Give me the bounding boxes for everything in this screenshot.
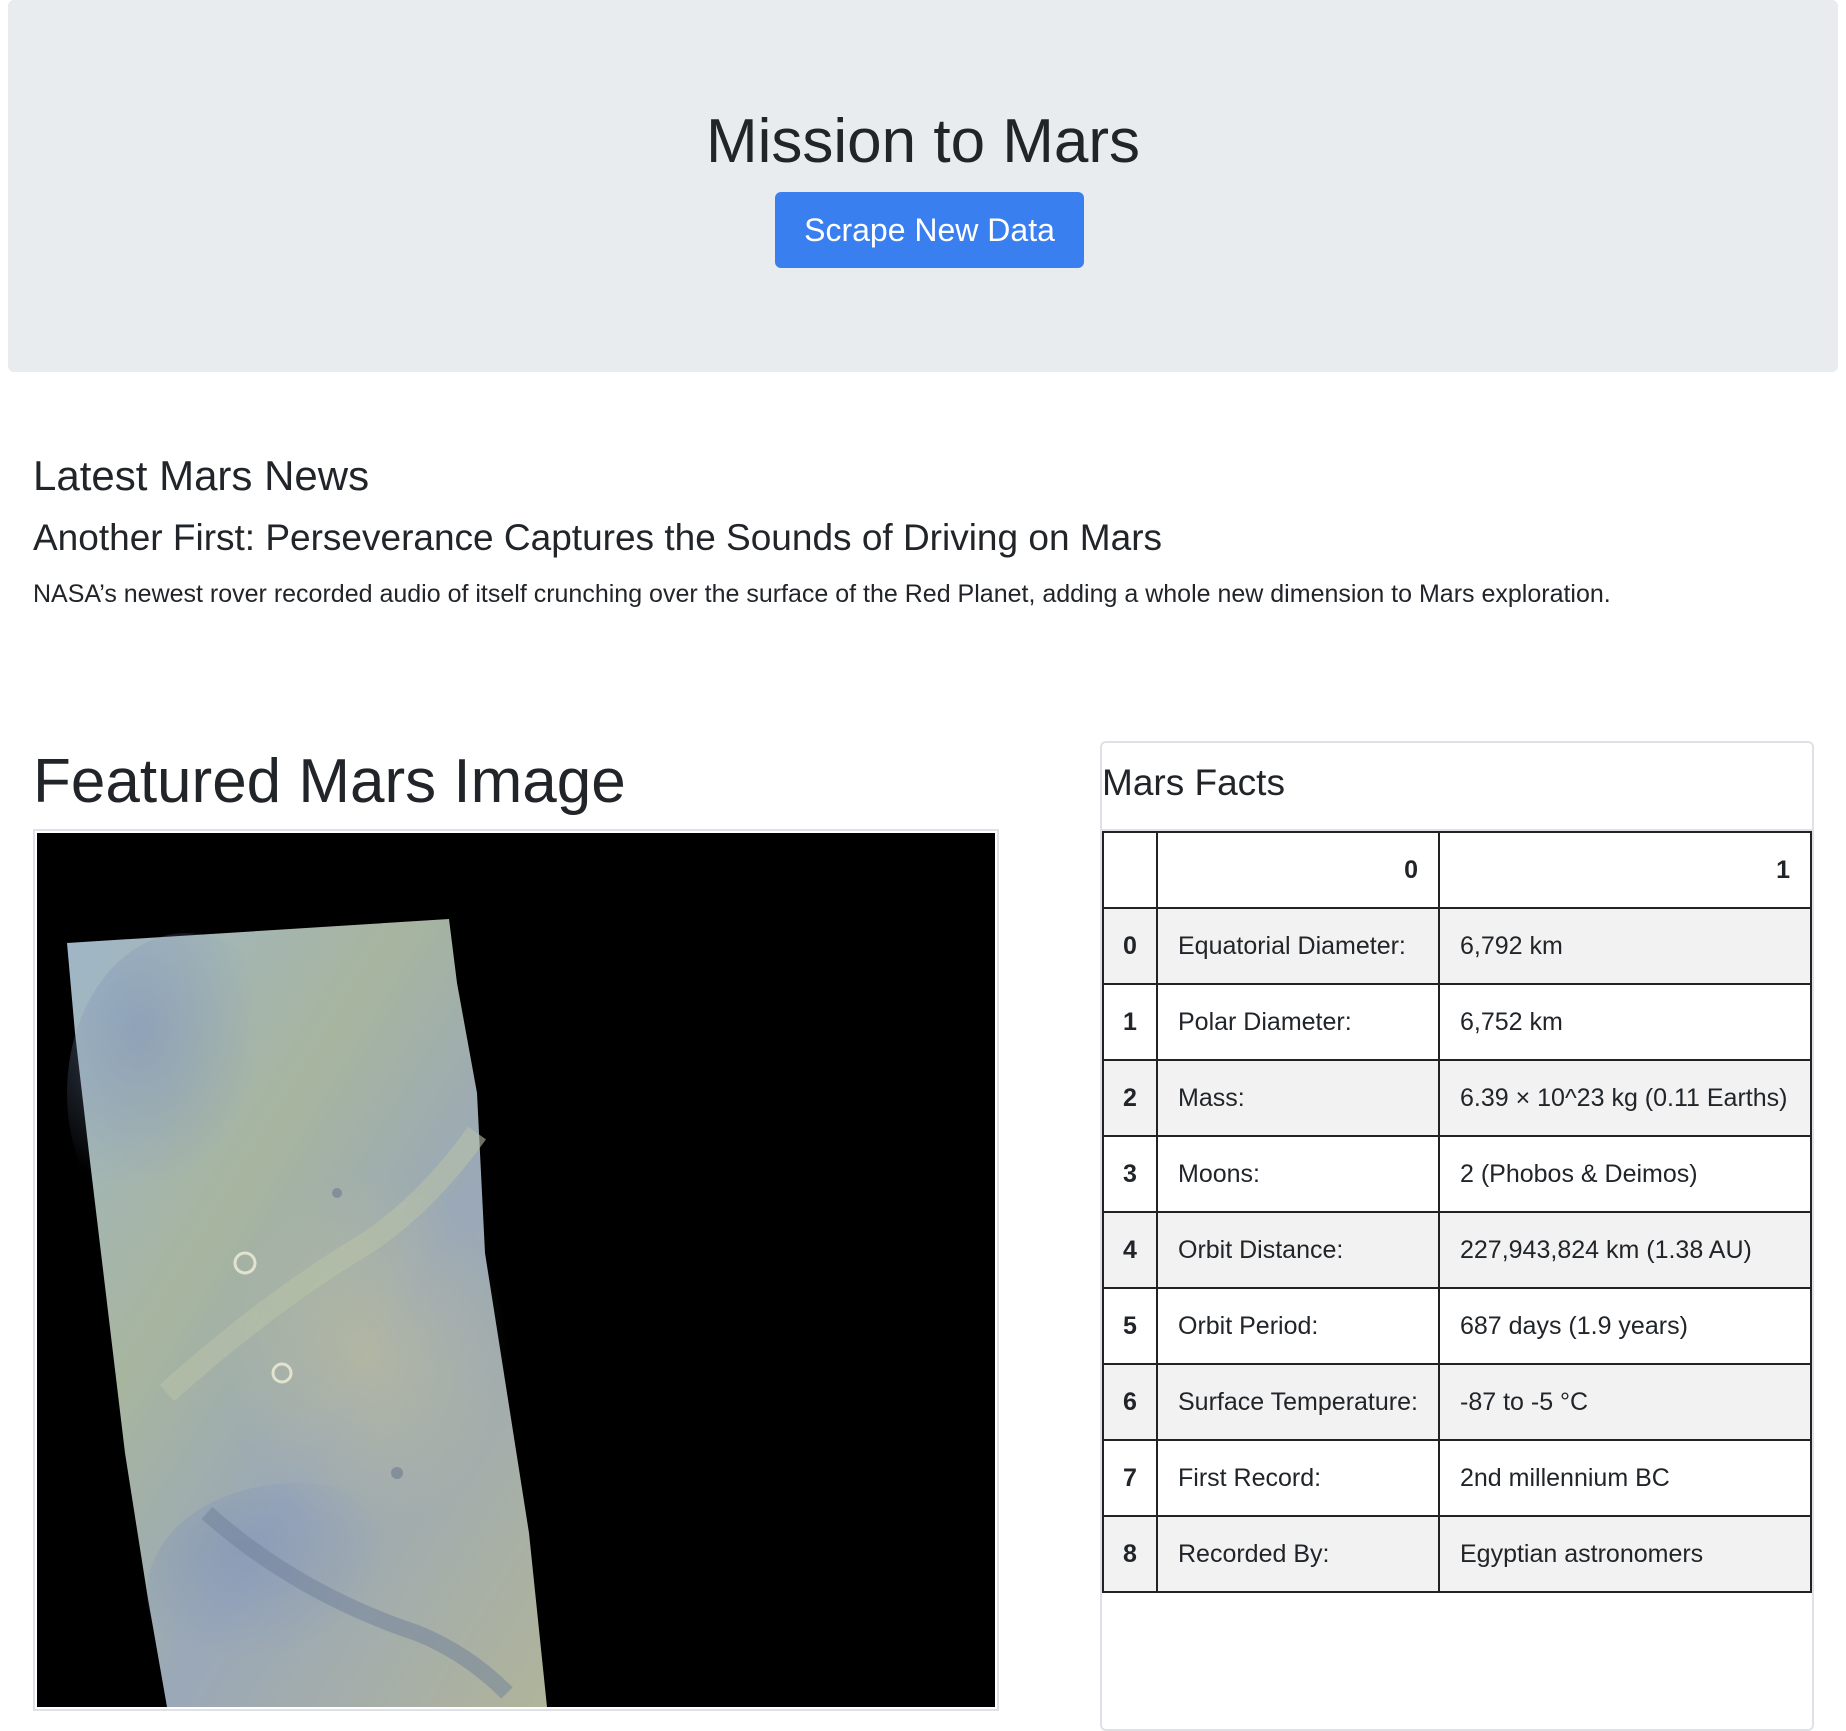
- table-row: 7 First Record: 2nd millennium BC: [1102, 1439, 1812, 1517]
- table-row: 1 Polar Diameter: 6,752 km: [1102, 983, 1812, 1061]
- news-teaser: NASA’s newest rover recorded audio of it…: [33, 580, 1611, 608]
- fact-value: 6.39 × 10^23 kg (0.11 Earths): [1438, 1059, 1812, 1137]
- scrape-new-data-button[interactable]: Scrape New Data: [775, 192, 1084, 268]
- page-title: Mission to Mars: [705, 107, 1141, 176]
- column-header: 0: [1156, 831, 1440, 909]
- row-index: 2: [1102, 1059, 1158, 1137]
- fact-value: 2 (Phobos & Deimos): [1438, 1135, 1812, 1213]
- table-row: 6 Surface Temperature: -87 to -5 °C: [1102, 1363, 1812, 1441]
- row-index: 0: [1102, 907, 1158, 985]
- fact-label: Orbit Distance:: [1156, 1211, 1440, 1289]
- table-row: 3 Moons: 2 (Phobos & Deimos): [1102, 1135, 1812, 1213]
- fact-value: Egyptian astronomers: [1438, 1515, 1812, 1593]
- news-section-title: Latest Mars News: [33, 452, 370, 499]
- fact-label: Orbit Period:: [1156, 1287, 1440, 1365]
- table-row: 5 Orbit Period: 687 days (1.9 years): [1102, 1287, 1812, 1365]
- fact-label: Mass:: [1156, 1059, 1440, 1137]
- row-index: 3: [1102, 1135, 1158, 1213]
- fact-value: 2nd millennium BC: [1438, 1439, 1812, 1517]
- column-header: 1: [1438, 831, 1812, 909]
- mars-facts-table: 0 1 0 Equatorial Diameter: 6,792 km 1 Po…: [1102, 831, 1812, 1593]
- fact-value: 687 days (1.9 years): [1438, 1287, 1812, 1365]
- table-row: 8 Recorded By: Egyptian astronomers: [1102, 1515, 1812, 1593]
- table-row: 0 Equatorial Diameter: 6,792 km: [1102, 907, 1812, 985]
- row-index: 1: [1102, 983, 1158, 1061]
- fact-label: Equatorial Diameter:: [1156, 907, 1440, 985]
- row-index: 6: [1102, 1363, 1158, 1441]
- row-index: 5: [1102, 1287, 1158, 1365]
- table-row: 4 Orbit Distance: 227,943,824 km (1.38 A…: [1102, 1211, 1812, 1289]
- featured-image-title: Featured Mars Image: [33, 747, 626, 816]
- mars-facts-title: Mars Facts: [1102, 743, 1812, 831]
- table-row: 2 Mass: 6.39 × 10^23 kg (0.11 Earths): [1102, 1059, 1812, 1137]
- news-headline: Another First: Perseverance Captures the…: [33, 517, 1163, 558]
- news-section: Latest Mars News Another First: Persever…: [33, 446, 1813, 614]
- fact-value: 6,792 km: [1438, 907, 1812, 985]
- fact-value: 227,943,824 km (1.38 AU): [1438, 1211, 1812, 1289]
- fact-label: First Record:: [1156, 1439, 1440, 1517]
- jumbotron-header: Mission to Mars Scrape New Data: [8, 0, 1838, 372]
- row-index: 4: [1102, 1211, 1158, 1289]
- fact-value: -87 to -5 °C: [1438, 1363, 1812, 1441]
- featured-mars-image[interactable]: [37, 833, 995, 1707]
- featured-image-frame: [33, 829, 999, 1711]
- fact-label: Polar Diameter:: [1156, 983, 1440, 1061]
- fact-label: Moons:: [1156, 1135, 1440, 1213]
- fact-label: Surface Temperature:: [1156, 1363, 1440, 1441]
- row-index: 8: [1102, 1515, 1158, 1593]
- column-header: [1102, 831, 1158, 909]
- row-index: 7: [1102, 1439, 1158, 1517]
- table-header-row: 0 1: [1102, 831, 1812, 909]
- mars-facts-card: Mars Facts 0 1 0 Equatorial Diameter: 6,…: [1100, 741, 1814, 1731]
- fact-value: 6,752 km: [1438, 983, 1812, 1061]
- fact-label: Recorded By:: [1156, 1515, 1440, 1593]
